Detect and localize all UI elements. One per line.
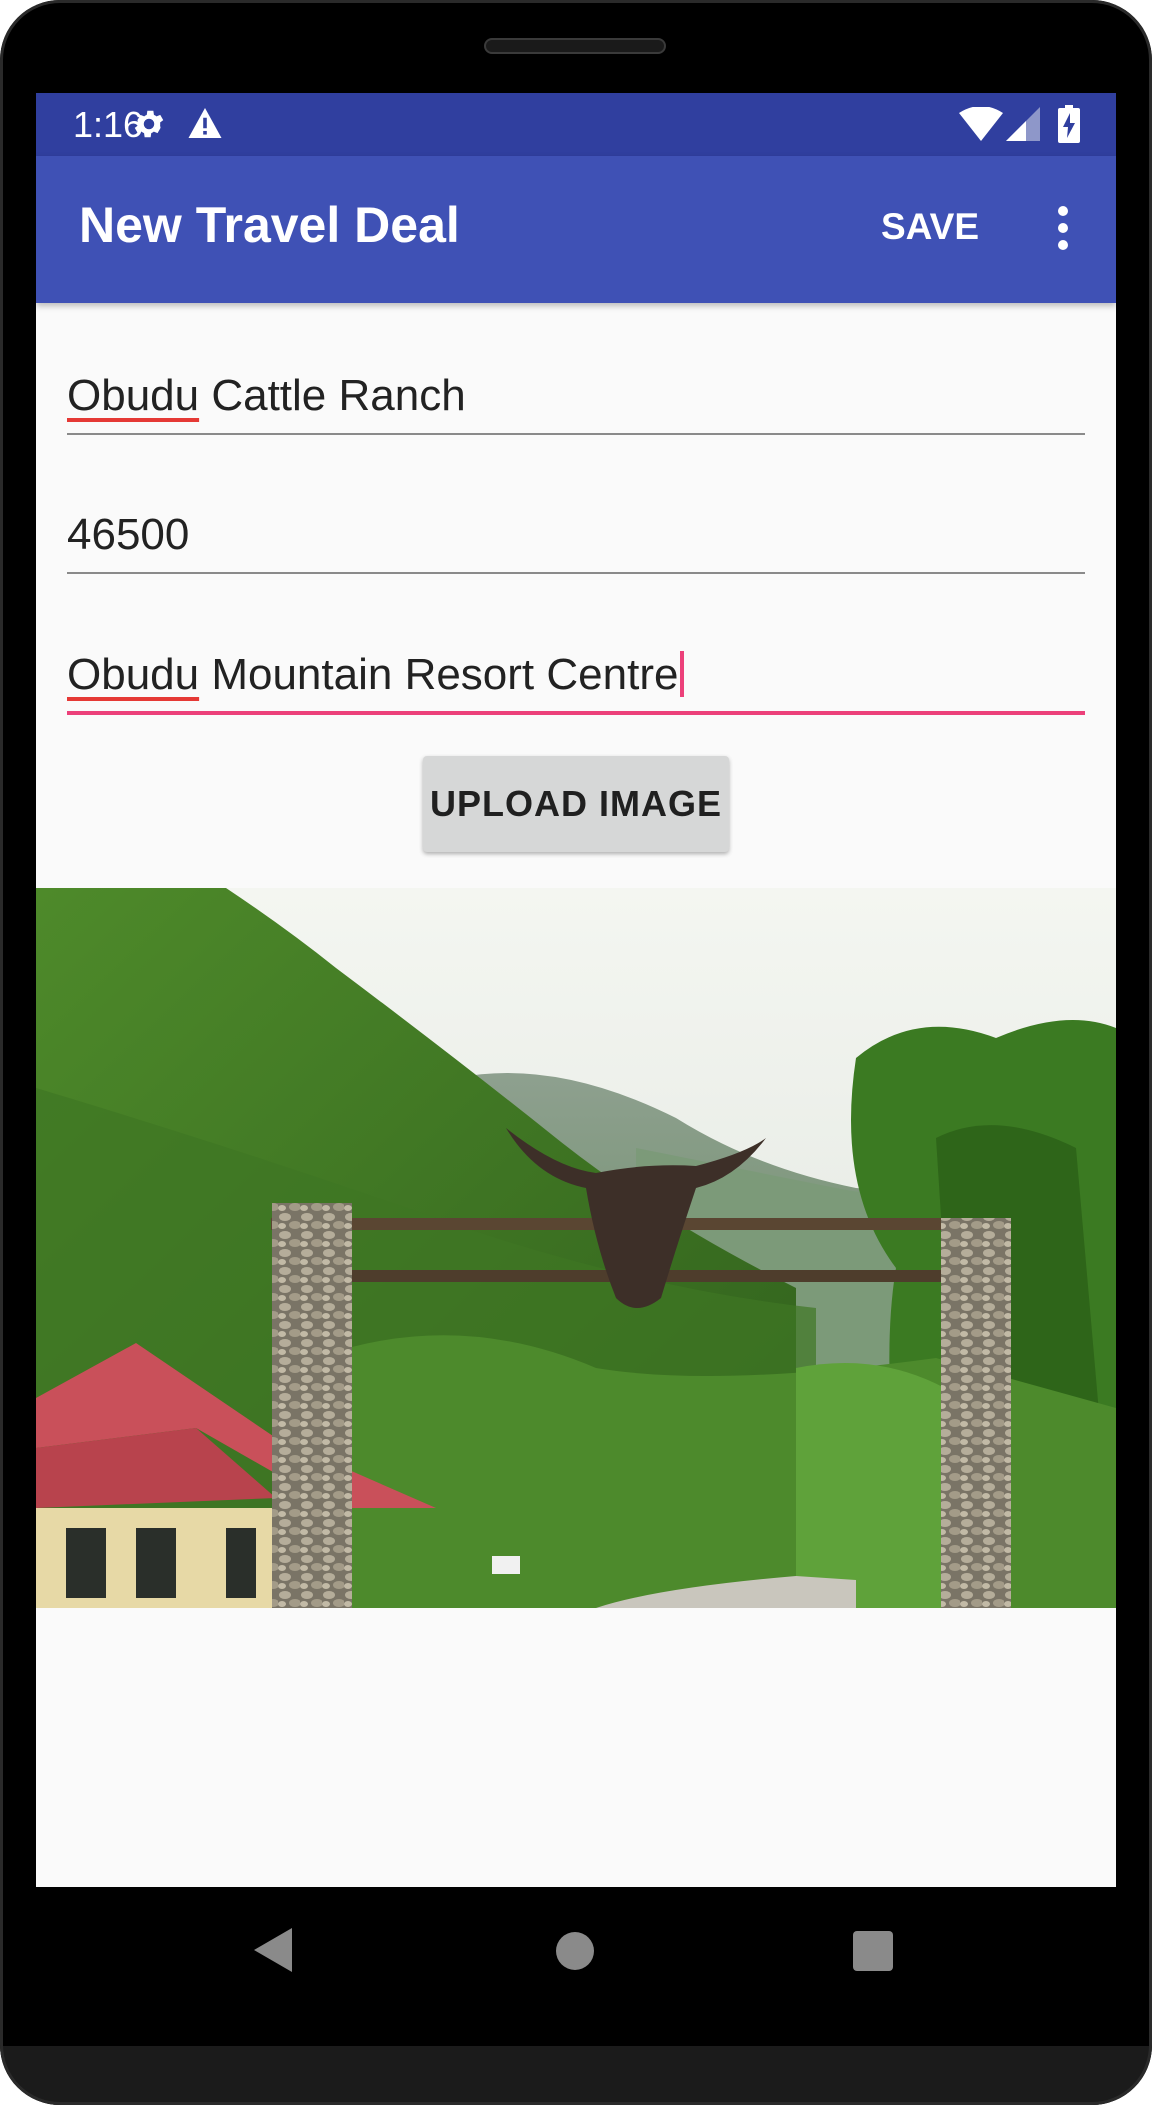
- price-field-underline: [67, 572, 1085, 574]
- title-field[interactable]: Obudu Cattle Ranch: [67, 355, 1085, 435]
- title-field-underline: [67, 433, 1085, 435]
- description-field-underline: [67, 711, 1085, 715]
- more-vert-icon[interactable]: [1043, 198, 1083, 258]
- description-field-misspelled-word: Obudu: [67, 650, 200, 699]
- warning-icon: [188, 108, 222, 138]
- description-field-text: Obudu Mountain Resort Centre: [67, 650, 685, 700]
- upload-image-button[interactable]: UPLOAD IMAGE: [423, 756, 729, 852]
- battery-charging-icon: [1058, 105, 1080, 143]
- price-field-text: 46500: [67, 510, 190, 559]
- page-title: New Travel Deal: [79, 197, 460, 253]
- back-icon[interactable]: [254, 1928, 294, 1972]
- wifi-icon: [959, 107, 1003, 141]
- screen: 1:16 New Travel Deal SAVE Obudu Cattle R…: [36, 93, 1116, 1887]
- home-icon[interactable]: [556, 1932, 594, 1970]
- title-field-text: Obudu Cattle Ranch: [67, 371, 466, 421]
- save-button[interactable]: SAVE: [881, 206, 979, 248]
- description-field[interactable]: Obudu Mountain Resort Centre: [67, 634, 1085, 715]
- status-bar: 1:16: [36, 93, 1116, 156]
- price-field[interactable]: 46500: [67, 494, 1085, 574]
- app-bar: New Travel Deal SAVE: [36, 156, 1116, 303]
- gear-icon: [134, 110, 164, 138]
- earpiece-speaker: [484, 38, 666, 54]
- deal-image: [36, 888, 1116, 1608]
- title-field-rest: Cattle Ranch: [199, 371, 466, 420]
- device-frame: 1:16 New Travel Deal SAVE Obudu Cattle R…: [0, 0, 1152, 2105]
- title-field-misspelled-word: Obudu: [67, 371, 200, 420]
- description-field-rest: Mountain Resort Centre: [199, 650, 679, 699]
- recents-icon[interactable]: [853, 1931, 893, 1971]
- text-cursor: [680, 651, 685, 697]
- navigation-bar: [36, 1887, 1116, 2012]
- device-chin: [0, 2046, 1152, 2105]
- cell-signal-icon: [1006, 107, 1040, 141]
